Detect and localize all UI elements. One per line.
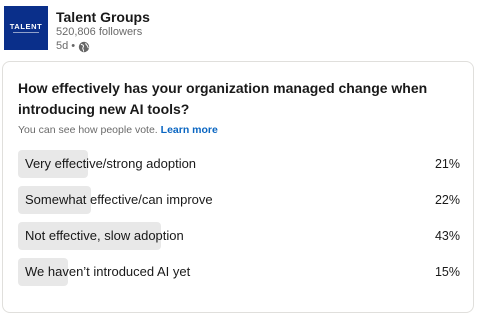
post-time: 5d [56, 40, 69, 52]
post-meta: 5d • [56, 40, 90, 53]
poll-option[interactable]: Not effective, slow adoption 43% [18, 222, 460, 250]
poll-card: How effectively has your organization ma… [2, 61, 474, 313]
poll-option-percent: 15% [434, 265, 460, 279]
poll-option[interactable]: Somewhat effective/can improve 22% [18, 186, 460, 214]
company-name[interactable]: Talent Groups [56, 9, 150, 25]
poll-option-label: Very effective/strong adoption [25, 156, 197, 171]
poll-option[interactable]: Very effective/strong adoption 21% [18, 150, 460, 178]
globe-icon [78, 41, 90, 53]
poll-visibility-note: You can see how people vote. Learn more [18, 124, 218, 137]
post-header: TALENT Talent Groups 520,806 followers 5… [0, 0, 477, 62]
poll-option-percent: 43% [434, 229, 460, 243]
follower-count: 520,806 followers [56, 26, 143, 38]
poll-option-percent: 22% [434, 193, 460, 207]
learn-more-link[interactable]: Learn more [161, 124, 218, 136]
logo-underline [13, 32, 39, 34]
company-logo[interactable]: TALENT [4, 6, 48, 50]
logo-text: TALENT [9, 21, 43, 31]
poll-option-label: Somewhat effective/can improve [25, 192, 213, 207]
poll-question: How effectively has your organization ma… [18, 80, 428, 117]
poll-option-label: We haven’t introduced AI yet [25, 264, 191, 279]
poll-option-percent: 21% [434, 157, 460, 171]
poll-option[interactable]: We haven’t introduced AI yet 15% [18, 258, 460, 286]
meta-separator: • [71, 40, 76, 52]
poll-option-label: Not effective, slow adoption [25, 228, 184, 243]
poll-note-text: You can see how people vote. [18, 124, 158, 136]
